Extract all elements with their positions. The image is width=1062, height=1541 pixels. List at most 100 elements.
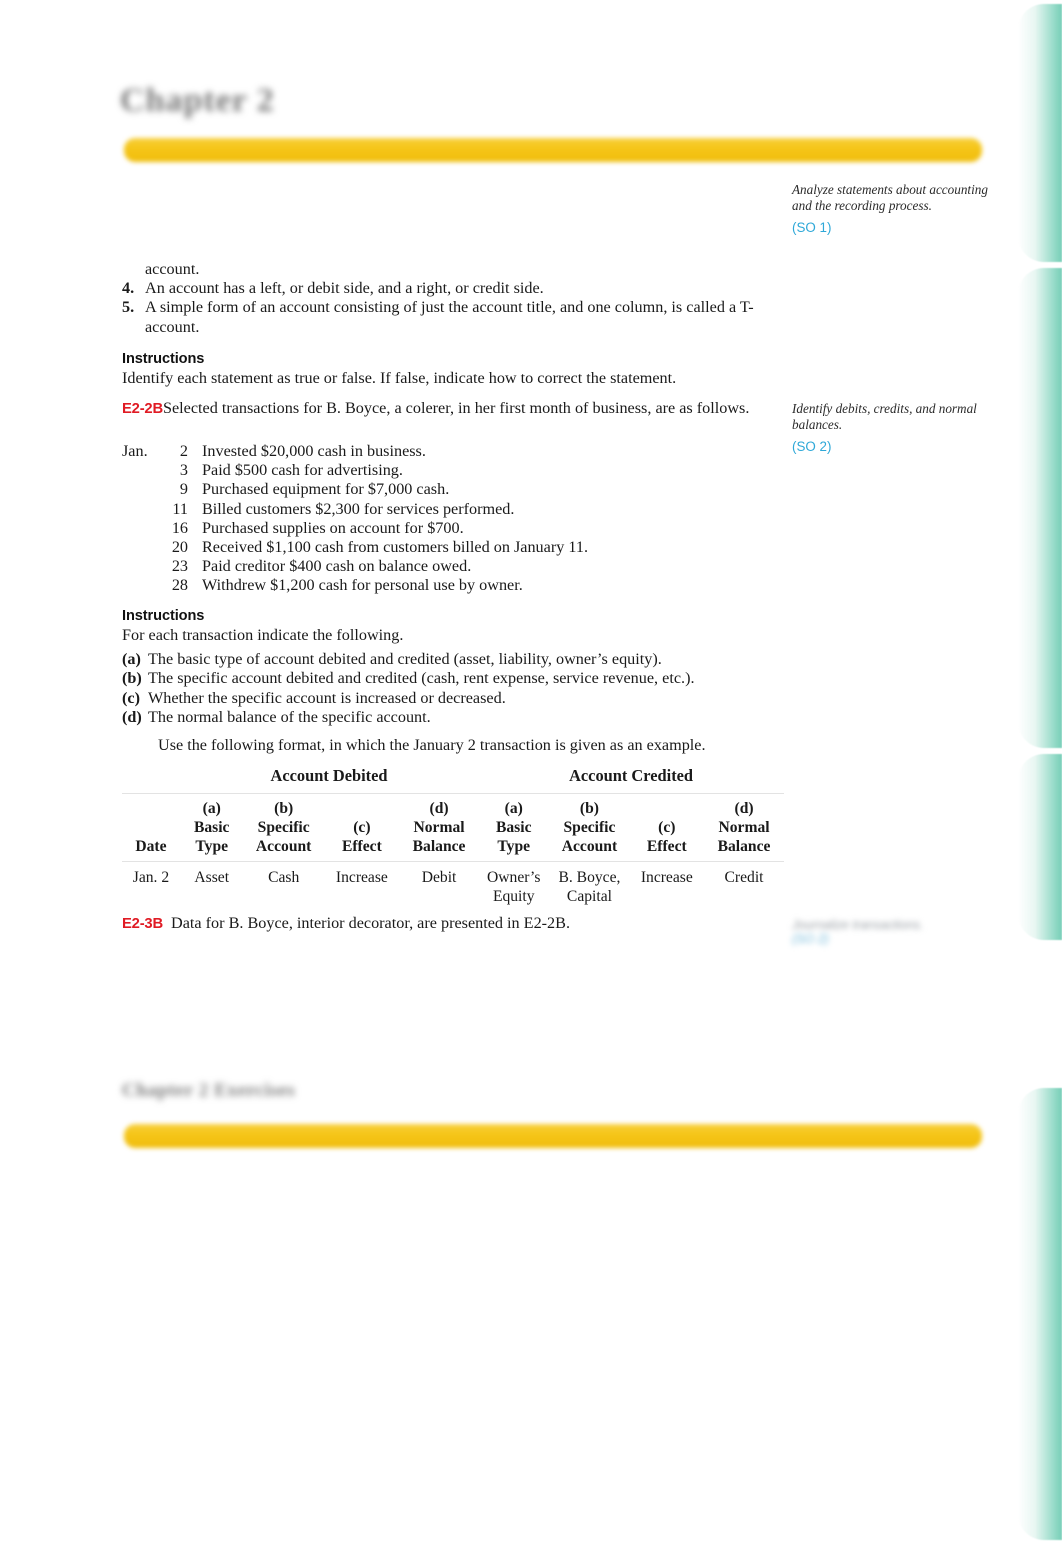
col-letter: (d) [429, 800, 449, 817]
group-header-blank [122, 766, 180, 793]
transaction-day: 9 [179, 480, 188, 499]
margin-note-text: Analyze statements about accounting and … [792, 182, 988, 214]
cell-debited-basic-type: Asset [180, 862, 244, 906]
transaction-month: Jan. [122, 442, 148, 460]
margin-note-so1: Analyze statements about accounting and … [792, 182, 988, 236]
cell-line1: Increase [335, 869, 388, 886]
col-line2: Balance [412, 838, 466, 855]
transaction-description: Paid $500 cash for advertising. [202, 461, 403, 480]
list-item-label: (b) [122, 669, 142, 688]
exercise-intro-text: Selected transactions for B. Boyce, a co… [162, 399, 750, 417]
col-line1: Specific [257, 819, 310, 836]
col-letter: (c) [353, 819, 371, 836]
transaction-row: 20 Received $1,100 cash from customers b… [122, 538, 588, 557]
instruction-items-list: (a) The basic type of account debited an… [122, 650, 782, 755]
list-item-text: The basic type of account debited and cr… [148, 650, 662, 668]
table-row: Jan. 2 Asset Cash Increase Debit Owner’s… [122, 862, 784, 906]
transaction-row: 9 Purchased equipment for $7,000 cash. [122, 480, 588, 499]
exercise-e2-3b: E2-3B Data for B. Boyce, interior decora… [122, 914, 802, 934]
margin-note-so-label: (SO 2) [792, 932, 829, 946]
col-line1: Normal [413, 819, 465, 836]
transaction-day: 23 [171, 557, 188, 576]
col-line2: Type [195, 838, 229, 855]
col-line1: Basic [193, 819, 230, 836]
group-header-account-credited: Account Credited [569, 766, 694, 785]
cell-date: Jan. 2 [122, 862, 180, 906]
col-header-debited-basic-type: (a) Basic Type [180, 794, 244, 861]
cell-credited-effect: Increase [630, 862, 705, 906]
list-item: (b) The specific account debited and cre… [122, 669, 782, 688]
exercise-code: E2-3B [122, 916, 163, 932]
transaction-description: Invested $20,000 cash in business. [202, 442, 426, 460]
list-item: (c) Whether the specific account is incr… [122, 689, 782, 708]
margin-note-obscured: Journalize transactions. (SO 2) [792, 918, 923, 946]
instructions-heading: Instructions [122, 608, 205, 624]
list-item-text: An account has a left, or debit side, an… [145, 279, 544, 297]
list-item: (a) The basic type of account debited an… [122, 650, 782, 669]
col-line1: Specific [563, 819, 616, 836]
transaction-day: 28 [171, 576, 188, 595]
col-line2: Account [255, 838, 312, 855]
margin-note-text: Identify debits, credits, and normal bal… [792, 401, 977, 433]
col-header-credited-normal-balance: (d) Normal Balance [704, 794, 784, 861]
col-header-credited-specific-account: (b) Specific Account [549, 794, 629, 861]
instructions-heading: Instructions [122, 351, 205, 367]
cell-debited-normal-balance: Debit [400, 862, 478, 906]
col-letter: (d) [734, 800, 754, 817]
instructions-body: Identify each statement as true or false… [122, 369, 677, 387]
transaction-day: 11 [172, 499, 188, 518]
footer-running-head: Chapter 2 Exercises [122, 1080, 296, 1101]
col-letter: (c) [658, 819, 676, 836]
document-page: Chapter 2 Analyze statements about accou… [0, 0, 1062, 1541]
cell-line1: Increase [640, 869, 693, 886]
group-header-account-debited: Account Debited [270, 766, 388, 785]
transaction-row: 11 Billed customers $2,300 for services … [122, 500, 588, 519]
instructions-block-1: Instructions Identify each statement as … [122, 351, 782, 388]
list-item-number: 5. [122, 298, 135, 317]
col-header-credited-effect: (c) Effect [630, 794, 705, 861]
col-line2: Date [135, 838, 167, 855]
col-header-date: Date [122, 794, 180, 861]
transaction-description: Paid creditor $400 cash on balance owed. [202, 557, 472, 576]
cell-line1: Cash [268, 869, 300, 886]
cell-credited-normal-balance: Credit [704, 862, 784, 906]
transaction-day: 16 [171, 518, 188, 537]
col-header-debited-specific-account: (b) Specific Account [244, 794, 324, 861]
cell-line1: Debit [421, 869, 457, 886]
running-head: Chapter 2 [120, 82, 275, 119]
col-letter: (b) [579, 800, 599, 817]
thumb-tab-3 [1018, 754, 1062, 940]
instructions-body: For each transaction indicate the follow… [122, 626, 404, 644]
margin-note-so2: Identify debits, credits, and normal bal… [792, 401, 988, 455]
cell-line1: Owner’s [487, 869, 541, 886]
format-note: Use the following format, in which the J… [158, 735, 706, 754]
margin-note-so-label: (SO 2) [792, 438, 832, 454]
transaction-description: Received $1,100 cash from customers bill… [202, 538, 589, 557]
gold-rule-bottom [124, 1124, 982, 1148]
format-table: Account Debited Account Credited Date (a… [122, 766, 784, 906]
gold-rule-top [124, 138, 982, 162]
col-line2: Balance [717, 838, 771, 855]
list-item-label: (c) [122, 688, 140, 707]
cell-line2: Capital [566, 888, 612, 905]
col-header-debited-normal-balance: (d) Normal Balance [400, 794, 478, 861]
table-group-header-row: Account Debited Account Credited [122, 766, 784, 793]
col-letter: (b) [274, 800, 294, 817]
cell-debited-specific-account: Cash [244, 862, 324, 906]
exercise-text: Data for B. Boyce, interior decorator, a… [171, 914, 570, 932]
instructions-block-2: Instructions For each transaction indica… [122, 608, 782, 645]
col-line1: Normal [718, 819, 770, 836]
cell-credited-basic-type: Owner’s Equity [478, 862, 549, 906]
margin-note-so-label: (SO 1) [792, 219, 832, 235]
col-line2: Account [561, 838, 618, 855]
transaction-row: 28 Withdrew $1,200 cash for personal use… [122, 576, 588, 595]
numbered-statement-list: 4. An account has a left, or debit side,… [122, 279, 782, 337]
list-item: (d) The normal balance of the specific a… [122, 708, 782, 727]
list-item-text: The normal balance of the specific accou… [148, 708, 431, 727]
list-item: 5. A simple form of an account consistin… [122, 298, 782, 337]
transaction-description: Withdrew $1,200 cash for personal use by… [202, 576, 523, 595]
cell-line1: Asset [194, 869, 230, 886]
table-column-header-row: Date (a) Basic Type (b) Specific Account… [122, 794, 784, 861]
transaction-row: 16 Purchased supplies on account for $70… [122, 519, 588, 538]
list-item-label: (a) [122, 650, 141, 668]
